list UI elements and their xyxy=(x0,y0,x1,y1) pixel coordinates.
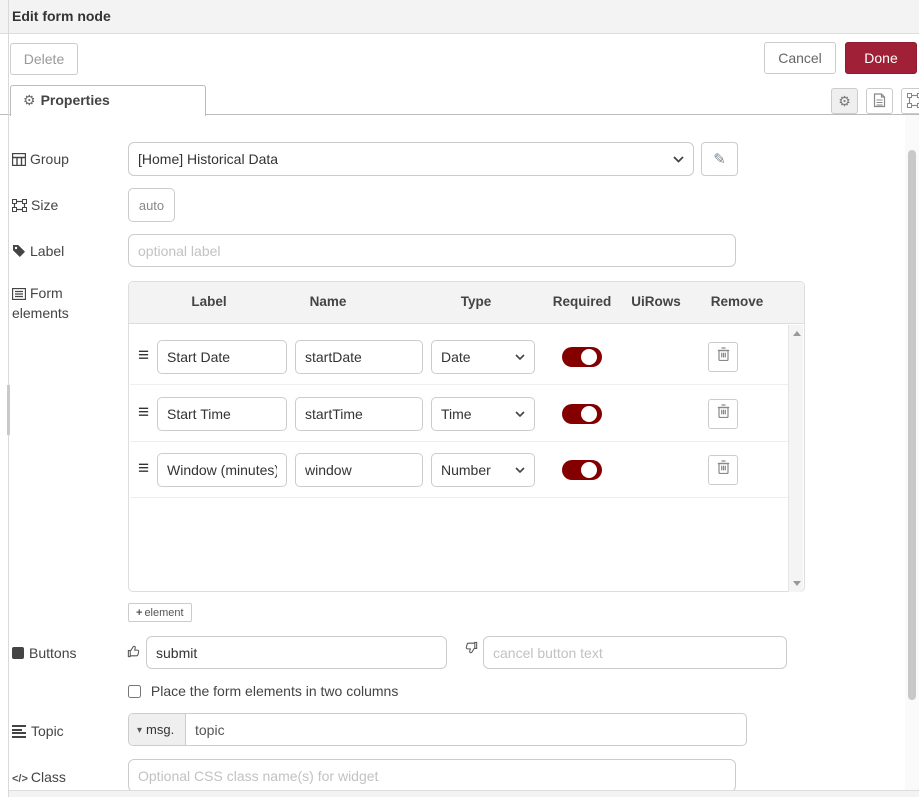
add-element-button[interactable]: +element xyxy=(128,603,192,622)
element-label-input[interactable] xyxy=(157,453,287,487)
drag-handle-icon[interactable]: ≡ xyxy=(138,344,149,368)
element-type-select[interactable]: Time xyxy=(431,397,535,431)
drag-handle-icon[interactable]: ≡ xyxy=(138,457,149,481)
edit-form-node-dialog: Edit form node Delete Cancel Done ⚙ Prope… xyxy=(0,0,919,797)
form-element-row: ≡ Time xyxy=(130,386,790,442)
caret-down-icon: ▾ xyxy=(137,725,142,736)
dialog-header: Edit form node xyxy=(0,0,919,34)
two-columns-label: Place the form elements in two columns xyxy=(151,683,398,699)
required-toggle[interactable] xyxy=(562,404,602,424)
topic-type-button[interactable]: ▾msg. xyxy=(129,714,186,745)
thumbs-up-icon xyxy=(126,644,141,659)
vertical-scrollbar[interactable] xyxy=(905,115,919,790)
remove-element-button[interactable] xyxy=(708,342,738,372)
cancel-button-text-input[interactable] xyxy=(483,636,787,669)
form-elements-field-label: Form elements xyxy=(12,283,116,323)
element-type-select[interactable]: Date xyxy=(431,340,535,374)
group-select-value: [Home] Historical Data xyxy=(138,151,278,167)
gear-icon: ⚙ xyxy=(23,92,36,108)
buttons-field-label: Buttons xyxy=(12,643,116,663)
topic-typed-input: ▾msg. xyxy=(128,713,747,746)
element-name-input[interactable] xyxy=(295,397,423,431)
form-elements-table-header: Label Name Type Required UiRows Remove xyxy=(129,282,804,324)
thumbs-down-icon xyxy=(464,640,479,655)
tasks-icon xyxy=(12,725,26,737)
square-icon xyxy=(12,647,24,659)
dialog-title: Edit form node xyxy=(12,8,111,24)
tab-properties-label: Properties xyxy=(41,92,110,108)
class-field-label: </>Class xyxy=(12,767,116,789)
chevron-down-icon xyxy=(515,354,525,360)
element-label-input[interactable] xyxy=(157,340,287,374)
scrollbar-thumb[interactable] xyxy=(908,150,916,700)
dialog-footer xyxy=(9,790,919,797)
submit-button-text-input[interactable] xyxy=(146,636,447,669)
size-field-label: Size xyxy=(12,195,116,215)
delete-button[interactable]: Delete xyxy=(10,43,78,75)
topic-field-label: Topic xyxy=(12,721,116,741)
class-input[interactable] xyxy=(128,759,736,792)
remove-element-button[interactable] xyxy=(708,399,738,429)
tray-resize-grip[interactable] xyxy=(7,385,10,435)
cancel-button[interactable]: Cancel xyxy=(764,42,836,74)
column-header-label: Label xyxy=(191,294,226,309)
size-button[interactable]: auto xyxy=(128,188,175,222)
form-element-row: ≡ Number xyxy=(130,442,790,498)
pencil-icon: ✎ xyxy=(713,151,726,168)
code-icon: </> xyxy=(12,773,28,785)
document-icon xyxy=(873,93,886,108)
group-select[interactable]: [Home] Historical Data xyxy=(128,142,694,176)
element-label-input[interactable] xyxy=(157,397,287,431)
editor-tab-bar: ⚙ Properties ⚙ xyxy=(0,85,919,115)
trash-icon xyxy=(717,459,730,474)
required-toggle[interactable] xyxy=(562,347,602,367)
chevron-down-icon xyxy=(515,467,525,473)
object-group-icon xyxy=(12,199,27,212)
column-header-uirows: UiRows xyxy=(631,294,681,309)
tag-icon xyxy=(12,244,26,258)
chevron-down-icon xyxy=(515,411,525,417)
appearance-tab-button[interactable] xyxy=(901,88,919,114)
trash-icon xyxy=(717,403,730,418)
label-input[interactable] xyxy=(128,234,736,267)
table-scrollbar[interactable] xyxy=(788,325,803,592)
drag-handle-icon[interactable]: ≡ xyxy=(138,401,149,425)
element-name-input[interactable] xyxy=(295,340,423,374)
column-header-required: Required xyxy=(553,294,612,309)
table-icon xyxy=(12,153,26,166)
label-field-label: Label xyxy=(12,241,116,261)
gear-icon: ⚙ xyxy=(838,93,851,109)
form-element-row: ≡ Date xyxy=(130,329,790,385)
appearance-icon xyxy=(907,93,919,108)
two-columns-option: Place the form elements in two columns xyxy=(128,683,398,699)
group-field-label: Group xyxy=(12,149,116,169)
tab-properties[interactable]: ⚙ Properties xyxy=(10,85,206,116)
trash-icon xyxy=(717,346,730,361)
scroll-down-icon[interactable] xyxy=(793,581,801,586)
topic-input[interactable] xyxy=(186,714,744,745)
list-alt-icon xyxy=(12,288,26,300)
chevron-down-icon xyxy=(673,156,684,163)
element-name-input[interactable] xyxy=(295,453,423,487)
form-elements-table: Label Name Type Required UiRows Remove ≡… xyxy=(128,281,805,592)
properties-tab-button[interactable]: ⚙ xyxy=(831,88,858,114)
remove-element-button[interactable] xyxy=(708,455,738,485)
description-tab-button[interactable] xyxy=(866,88,893,114)
done-button[interactable]: Done xyxy=(845,42,917,74)
required-toggle[interactable] xyxy=(562,460,602,480)
edit-group-button[interactable]: ✎ xyxy=(701,142,738,176)
column-header-type: Type xyxy=(461,294,492,309)
column-header-remove: Remove xyxy=(711,294,764,309)
two-columns-checkbox[interactable] xyxy=(128,685,141,698)
scroll-up-icon[interactable] xyxy=(793,331,801,336)
element-type-select[interactable]: Number xyxy=(431,453,535,487)
column-header-name: Name xyxy=(310,294,347,309)
